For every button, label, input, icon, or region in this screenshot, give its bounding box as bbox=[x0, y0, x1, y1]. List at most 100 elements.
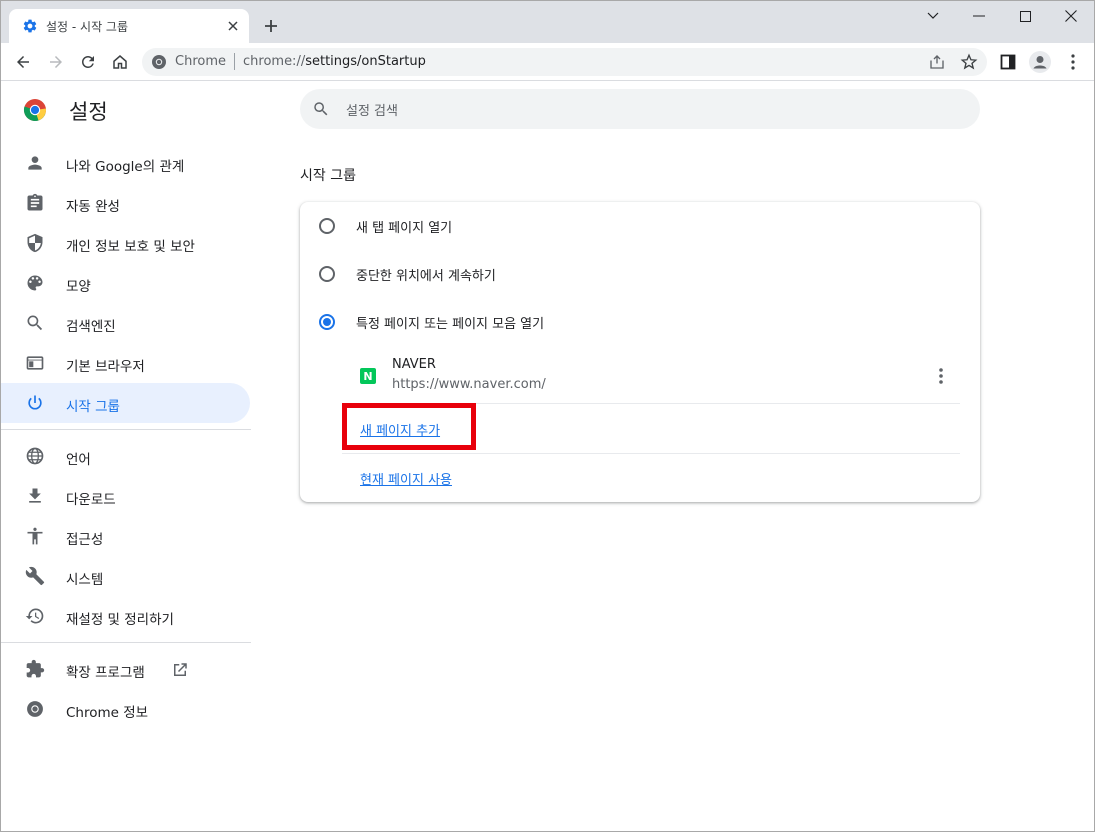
page-name: NAVER bbox=[392, 357, 436, 372]
minimize-button[interactable] bbox=[956, 1, 1002, 31]
sidebar-item-label: 자동 완성 bbox=[66, 199, 120, 215]
radio-option-continue[interactable]: 중단한 위치에서 계속하기 bbox=[300, 250, 980, 298]
wrench-icon bbox=[25, 566, 45, 586]
sidebar-item-label: Chrome 정보 bbox=[66, 705, 149, 721]
open-in-new-icon bbox=[174, 663, 187, 676]
radio-button[interactable] bbox=[319, 218, 335, 234]
globe-icon bbox=[26, 447, 44, 465]
home-button[interactable] bbox=[109, 51, 131, 73]
home-icon bbox=[113, 55, 127, 69]
sidebar-item-label: 시스템 bbox=[66, 572, 104, 588]
forward-button[interactable] bbox=[45, 51, 67, 73]
chevron-down-icon bbox=[927, 12, 939, 19]
gear-icon bbox=[23, 19, 37, 33]
side-panel-button[interactable] bbox=[997, 51, 1019, 73]
sidebar-item-search-engine[interactable]: 검색엔진 bbox=[1, 303, 251, 343]
bookmark-star-icon[interactable] bbox=[960, 53, 978, 71]
tab-strip: 설정 - 시작 그룹 bbox=[1, 1, 1094, 43]
accessibility-icon bbox=[27, 527, 43, 545]
close-window-button[interactable] bbox=[1048, 1, 1094, 31]
address-bar[interactable]: Chrome chrome://settings/onStartup bbox=[142, 48, 987, 76]
side-panel-icon bbox=[1000, 54, 1016, 70]
sidebar-item-reset[interactable]: 재설정 및 정리하기 bbox=[1, 596, 251, 636]
chrome-icon bbox=[27, 701, 43, 717]
tab-settings[interactable]: 설정 - 시작 그룹 bbox=[9, 9, 249, 43]
sidebar-item-label: 확장 프로그램 bbox=[66, 665, 145, 681]
omnibox-url[interactable]: chrome://settings/onStartup bbox=[243, 54, 426, 69]
sidebar-item-languages[interactable]: 언어 bbox=[1, 436, 251, 476]
highlight-annotation bbox=[342, 403, 476, 450]
use-current-pages-link[interactable]: 현재 페이지 사용 bbox=[360, 469, 452, 488]
naver-favicon-icon: N bbox=[360, 368, 376, 384]
reload-button[interactable] bbox=[77, 51, 99, 73]
sidebar-item-label: 나와 Google의 관계 bbox=[66, 159, 185, 175]
sidebar-item-people[interactable]: 나와 Google의 관계 bbox=[1, 143, 251, 183]
power-icon bbox=[28, 395, 42, 410]
sidebar-item-default-browser[interactable]: 기본 브라우저 bbox=[1, 343, 251, 383]
startup-page-entry: N NAVER https://www.naver.com/ bbox=[342, 352, 960, 404]
sidebar-item-label: 기본 브라우저 bbox=[66, 359, 145, 375]
browser-toolbar: Chrome chrome://settings/onStartup bbox=[1, 43, 1094, 81]
settings-sidebar: 나와 Google의 관계 자동 완성 개인 정보 보호 및 보안 모양 검색엔… bbox=[1, 143, 251, 729]
reload-icon bbox=[82, 56, 94, 68]
sidebar-item-accessibility[interactable]: 접근성 bbox=[1, 516, 251, 556]
search-icon bbox=[314, 102, 328, 116]
maximize-button[interactable] bbox=[1002, 1, 1048, 31]
divider bbox=[342, 453, 960, 454]
palette-icon bbox=[27, 275, 43, 291]
chrome-icon bbox=[152, 55, 166, 69]
sidebar-item-on-startup[interactable]: 시작 그룹 bbox=[1, 383, 250, 423]
radio-button-checked[interactable] bbox=[319, 314, 335, 330]
more-actions-icon[interactable] bbox=[931, 366, 951, 386]
search-placeholder: 설정 검색 bbox=[346, 104, 398, 119]
radio-label: 새 탭 페이지 열기 bbox=[356, 221, 453, 236]
sidebar-item-downloads[interactable]: 다운로드 bbox=[1, 476, 251, 516]
sidebar-item-privacy[interactable]: 개인 정보 보호 및 보안 bbox=[1, 223, 251, 263]
radio-button[interactable] bbox=[319, 266, 335, 282]
back-button[interactable] bbox=[12, 51, 34, 73]
profile-button[interactable] bbox=[1029, 51, 1051, 73]
radio-option-specific-pages[interactable]: 특정 페이지 또는 페이지 모음 열기 bbox=[300, 298, 980, 346]
minimize-icon bbox=[973, 15, 985, 17]
sidebar-item-label: 검색엔진 bbox=[66, 319, 116, 335]
sidebar-item-label: 개인 정보 보호 및 보안 bbox=[66, 239, 195, 255]
avatar-icon bbox=[1029, 51, 1051, 73]
close-icon bbox=[1065, 10, 1077, 22]
sidebar-item-system[interactable]: 시스템 bbox=[1, 556, 251, 596]
omnibox-scheme-label: Chrome bbox=[175, 54, 226, 69]
history-icon bbox=[25, 608, 44, 624]
chrome-window: 설정 - 시작 그룹 Chrome chrome://settings/onSt… bbox=[0, 0, 1095, 832]
sidebar-item-autofill[interactable]: 자동 완성 bbox=[1, 183, 251, 223]
close-tab-icon[interactable] bbox=[225, 18, 241, 34]
sidebar-item-appearance[interactable]: 모양 bbox=[1, 263, 251, 303]
url-host: chrome:// bbox=[243, 54, 306, 69]
radio-option-new-tab[interactable]: 새 탭 페이지 열기 bbox=[300, 202, 980, 250]
share-icon[interactable] bbox=[928, 53, 946, 71]
sidebar-item-label: 모양 bbox=[66, 279, 91, 295]
download-icon bbox=[29, 488, 41, 503]
settings-search-input[interactable]: 설정 검색 bbox=[300, 89, 980, 129]
arrow-right-icon bbox=[50, 56, 62, 68]
shield-icon bbox=[27, 233, 43, 253]
sidebar-item-label: 시작 그룹 bbox=[66, 399, 120, 415]
page-title: 설정 bbox=[69, 100, 108, 124]
sidebar-item-label: 언어 bbox=[66, 452, 91, 468]
chrome-logo-icon bbox=[23, 99, 46, 121]
section-title: 시작 그룹 bbox=[300, 168, 356, 184]
person-icon bbox=[28, 156, 42, 170]
chrome-menu-button[interactable] bbox=[1062, 51, 1084, 73]
new-tab-icon[interactable] bbox=[262, 17, 280, 35]
startup-options-card: 새 탭 페이지 열기 중단한 위치에서 계속하기 특정 페이지 또는 페이지 모… bbox=[300, 202, 980, 502]
browser-window-icon bbox=[26, 356, 44, 370]
sidebar-item-label: 재설정 및 정리하기 bbox=[66, 612, 174, 628]
arrow-left-icon bbox=[17, 56, 29, 68]
sidebar-item-about-chrome[interactable]: Chrome 정보 bbox=[1, 689, 251, 729]
sidebar-item-label: 다운로드 bbox=[66, 492, 116, 508]
tab-search-button[interactable] bbox=[910, 1, 956, 31]
puzzle-icon bbox=[26, 659, 45, 678]
page-url: https://www.naver.com/ bbox=[392, 377, 546, 392]
sidebar-item-label: 접근성 bbox=[66, 532, 104, 548]
radio-label: 특정 페이지 또는 페이지 모음 열기 bbox=[356, 317, 545, 332]
url-path: settings/onStartup bbox=[305, 54, 426, 69]
sidebar-item-extensions[interactable]: 확장 프로그램 bbox=[1, 649, 251, 689]
